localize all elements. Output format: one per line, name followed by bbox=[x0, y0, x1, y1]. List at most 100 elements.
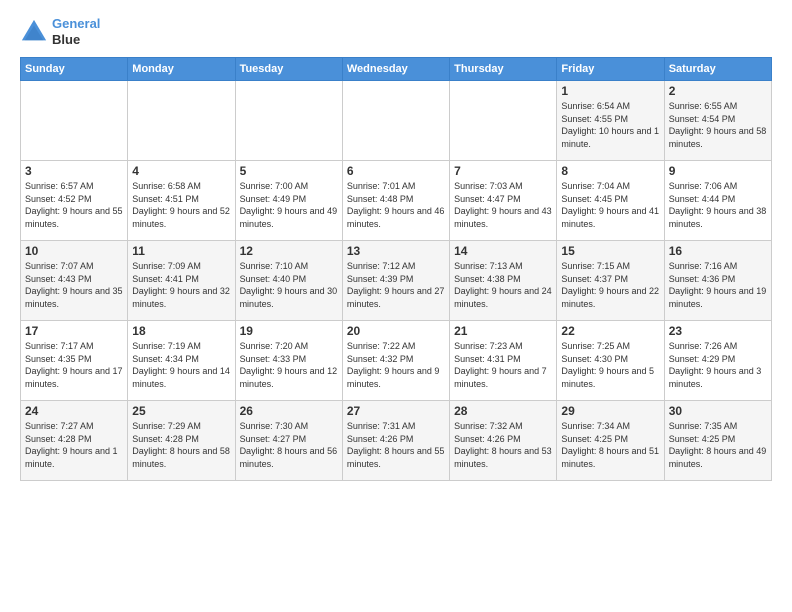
day-number: 20 bbox=[347, 324, 445, 338]
day-info: Sunrise: 7:13 AM Sunset: 4:38 PM Dayligh… bbox=[454, 260, 552, 310]
day-cell: 20 Sunrise: 7:22 AM Sunset: 4:32 PM Dayli… bbox=[342, 321, 449, 401]
header-cell-tuesday: Tuesday bbox=[235, 58, 342, 81]
day-info: Sunrise: 7:25 AM Sunset: 4:30 PM Dayligh… bbox=[561, 340, 659, 390]
day-number: 22 bbox=[561, 324, 659, 338]
day-cell: 19 Sunrise: 7:20 AM Sunset: 4:33 PM Dayli… bbox=[235, 321, 342, 401]
day-info: Sunrise: 7:31 AM Sunset: 4:26 PM Dayligh… bbox=[347, 420, 445, 470]
day-cell: 27 Sunrise: 7:31 AM Sunset: 4:26 PM Dayli… bbox=[342, 401, 449, 481]
day-number: 4 bbox=[132, 164, 230, 178]
day-number: 1 bbox=[561, 84, 659, 98]
day-number: 16 bbox=[669, 244, 767, 258]
logo-icon bbox=[20, 18, 48, 46]
day-number: 18 bbox=[132, 324, 230, 338]
day-cell: 23 Sunrise: 7:26 AM Sunset: 4:29 PM Dayli… bbox=[664, 321, 771, 401]
page: General Blue SundayMondayTuesdayWednesda… bbox=[0, 0, 792, 612]
day-number: 17 bbox=[25, 324, 123, 338]
day-number: 23 bbox=[669, 324, 767, 338]
day-info: Sunrise: 7:03 AM Sunset: 4:47 PM Dayligh… bbox=[454, 180, 552, 230]
week-row-4: 24 Sunrise: 7:27 AM Sunset: 4:28 PM Dayli… bbox=[21, 401, 772, 481]
week-row-3: 17 Sunrise: 7:17 AM Sunset: 4:35 PM Dayli… bbox=[21, 321, 772, 401]
day-cell: 15 Sunrise: 7:15 AM Sunset: 4:37 PM Dayli… bbox=[557, 241, 664, 321]
day-info: Sunrise: 7:22 AM Sunset: 4:32 PM Dayligh… bbox=[347, 340, 445, 390]
day-number: 26 bbox=[240, 404, 338, 418]
day-number: 30 bbox=[669, 404, 767, 418]
day-number: 2 bbox=[669, 84, 767, 98]
day-number: 28 bbox=[454, 404, 552, 418]
day-info: Sunrise: 7:04 AM Sunset: 4:45 PM Dayligh… bbox=[561, 180, 659, 230]
day-info: Sunrise: 6:58 AM Sunset: 4:51 PM Dayligh… bbox=[132, 180, 230, 230]
header: General Blue bbox=[20, 16, 772, 47]
logo: General Blue bbox=[20, 16, 100, 47]
day-cell: 17 Sunrise: 7:17 AM Sunset: 4:35 PM Dayli… bbox=[21, 321, 128, 401]
day-number: 6 bbox=[347, 164, 445, 178]
day-cell: 26 Sunrise: 7:30 AM Sunset: 4:27 PM Dayli… bbox=[235, 401, 342, 481]
day-number: 10 bbox=[25, 244, 123, 258]
day-cell: 3Sunrise: 6:57 AM Sunset: 4:52 PM Daylig… bbox=[21, 161, 128, 241]
day-cell: 1 Sunrise: 6:54 AM Sunset: 4:55 PM Daylig… bbox=[557, 81, 664, 161]
day-number: 15 bbox=[561, 244, 659, 258]
day-number: 29 bbox=[561, 404, 659, 418]
day-number: 8 bbox=[561, 164, 659, 178]
day-number: 5 bbox=[240, 164, 338, 178]
day-info: Sunrise: 7:09 AM Sunset: 4:41 PM Dayligh… bbox=[132, 260, 230, 310]
header-cell-saturday: Saturday bbox=[664, 58, 771, 81]
day-cell: 2 Sunrise: 6:55 AM Sunset: 4:54 PM Daylig… bbox=[664, 81, 771, 161]
day-cell: 30 Sunrise: 7:35 AM Sunset: 4:25 PM Dayli… bbox=[664, 401, 771, 481]
day-info: Sunrise: 7:00 AM Sunset: 4:49 PM Dayligh… bbox=[240, 180, 338, 230]
day-info: Sunrise: 6:57 AM Sunset: 4:52 PM Dayligh… bbox=[25, 180, 123, 230]
week-row-0: 1 Sunrise: 6:54 AM Sunset: 4:55 PM Daylig… bbox=[21, 81, 772, 161]
day-cell bbox=[128, 81, 235, 161]
header-cell-monday: Monday bbox=[128, 58, 235, 81]
day-cell: 14Sunrise: 7:13 AM Sunset: 4:38 PM Dayli… bbox=[450, 241, 557, 321]
day-cell: 18Sunrise: 7:19 AM Sunset: 4:34 PM Dayli… bbox=[128, 321, 235, 401]
day-info: Sunrise: 6:55 AM Sunset: 4:54 PM Dayligh… bbox=[669, 100, 767, 150]
day-info: Sunrise: 7:20 AM Sunset: 4:33 PM Dayligh… bbox=[240, 340, 338, 390]
day-number: 7 bbox=[454, 164, 552, 178]
day-info: Sunrise: 7:27 AM Sunset: 4:28 PM Dayligh… bbox=[25, 420, 123, 470]
logo-text: General Blue bbox=[52, 16, 100, 47]
day-info: Sunrise: 7:12 AM Sunset: 4:39 PM Dayligh… bbox=[347, 260, 445, 310]
header-cell-sunday: Sunday bbox=[21, 58, 128, 81]
day-cell: 22 Sunrise: 7:25 AM Sunset: 4:30 PM Dayli… bbox=[557, 321, 664, 401]
day-cell: 29 Sunrise: 7:34 AM Sunset: 4:25 PM Dayli… bbox=[557, 401, 664, 481]
day-cell bbox=[342, 81, 449, 161]
day-cell: 7 Sunrise: 7:03 AM Sunset: 4:47 PM Daylig… bbox=[450, 161, 557, 241]
day-info: Sunrise: 7:29 AM Sunset: 4:28 PM Dayligh… bbox=[132, 420, 230, 470]
day-info: Sunrise: 7:30 AM Sunset: 4:27 PM Dayligh… bbox=[240, 420, 338, 470]
day-number: 13 bbox=[347, 244, 445, 258]
calendar-table: SundayMondayTuesdayWednesdayThursdayFrid… bbox=[20, 57, 772, 481]
day-number: 11 bbox=[132, 244, 230, 258]
day-cell: 10 Sunrise: 7:07 AM Sunset: 4:43 PM Dayli… bbox=[21, 241, 128, 321]
day-cell: 8 Sunrise: 7:04 AM Sunset: 4:45 PM Daylig… bbox=[557, 161, 664, 241]
day-info: Sunrise: 6:54 AM Sunset: 4:55 PM Dayligh… bbox=[561, 100, 659, 150]
day-info: Sunrise: 7:32 AM Sunset: 4:26 PM Dayligh… bbox=[454, 420, 552, 470]
header-cell-thursday: Thursday bbox=[450, 58, 557, 81]
day-info: Sunrise: 7:15 AM Sunset: 4:37 PM Dayligh… bbox=[561, 260, 659, 310]
day-number: 25 bbox=[132, 404, 230, 418]
day-cell: 6 Sunrise: 7:01 AM Sunset: 4:48 PM Daylig… bbox=[342, 161, 449, 241]
day-cell: 28 Sunrise: 7:32 AM Sunset: 4:26 PM Dayli… bbox=[450, 401, 557, 481]
day-info: Sunrise: 7:10 AM Sunset: 4:40 PM Dayligh… bbox=[240, 260, 338, 310]
day-cell: 25 Sunrise: 7:29 AM Sunset: 4:28 PM Dayli… bbox=[128, 401, 235, 481]
day-number: 21 bbox=[454, 324, 552, 338]
day-info: Sunrise: 7:01 AM Sunset: 4:48 PM Dayligh… bbox=[347, 180, 445, 230]
day-info: Sunrise: 7:34 AM Sunset: 4:25 PM Dayligh… bbox=[561, 420, 659, 470]
header-cell-wednesday: Wednesday bbox=[342, 58, 449, 81]
day-number: 24 bbox=[25, 404, 123, 418]
day-info: Sunrise: 7:35 AM Sunset: 4:25 PM Dayligh… bbox=[669, 420, 767, 470]
day-cell bbox=[21, 81, 128, 161]
day-info: Sunrise: 7:17 AM Sunset: 4:35 PM Dayligh… bbox=[25, 340, 123, 390]
day-number: 27 bbox=[347, 404, 445, 418]
day-cell: 24 Sunrise: 7:27 AM Sunset: 4:28 PM Dayli… bbox=[21, 401, 128, 481]
day-cell: 11 Sunrise: 7:09 AM Sunset: 4:41 PM Dayli… bbox=[128, 241, 235, 321]
day-number: 12 bbox=[240, 244, 338, 258]
day-cell: 13 Sunrise: 7:12 AM Sunset: 4:39 PM Dayli… bbox=[342, 241, 449, 321]
day-number: 19 bbox=[240, 324, 338, 338]
day-info: Sunrise: 7:26 AM Sunset: 4:29 PM Dayligh… bbox=[669, 340, 767, 390]
header-row: SundayMondayTuesdayWednesdayThursdayFrid… bbox=[21, 58, 772, 81]
day-cell: 5 Sunrise: 7:00 AM Sunset: 4:49 PM Daylig… bbox=[235, 161, 342, 241]
day-info: Sunrise: 7:07 AM Sunset: 4:43 PM Dayligh… bbox=[25, 260, 123, 310]
day-cell: 4 Sunrise: 6:58 AM Sunset: 4:51 PM Daylig… bbox=[128, 161, 235, 241]
day-cell: 12 Sunrise: 7:10 AM Sunset: 4:40 PM Dayli… bbox=[235, 241, 342, 321]
day-cell: 9Sunrise: 7:06 AM Sunset: 4:44 PM Daylig… bbox=[664, 161, 771, 241]
